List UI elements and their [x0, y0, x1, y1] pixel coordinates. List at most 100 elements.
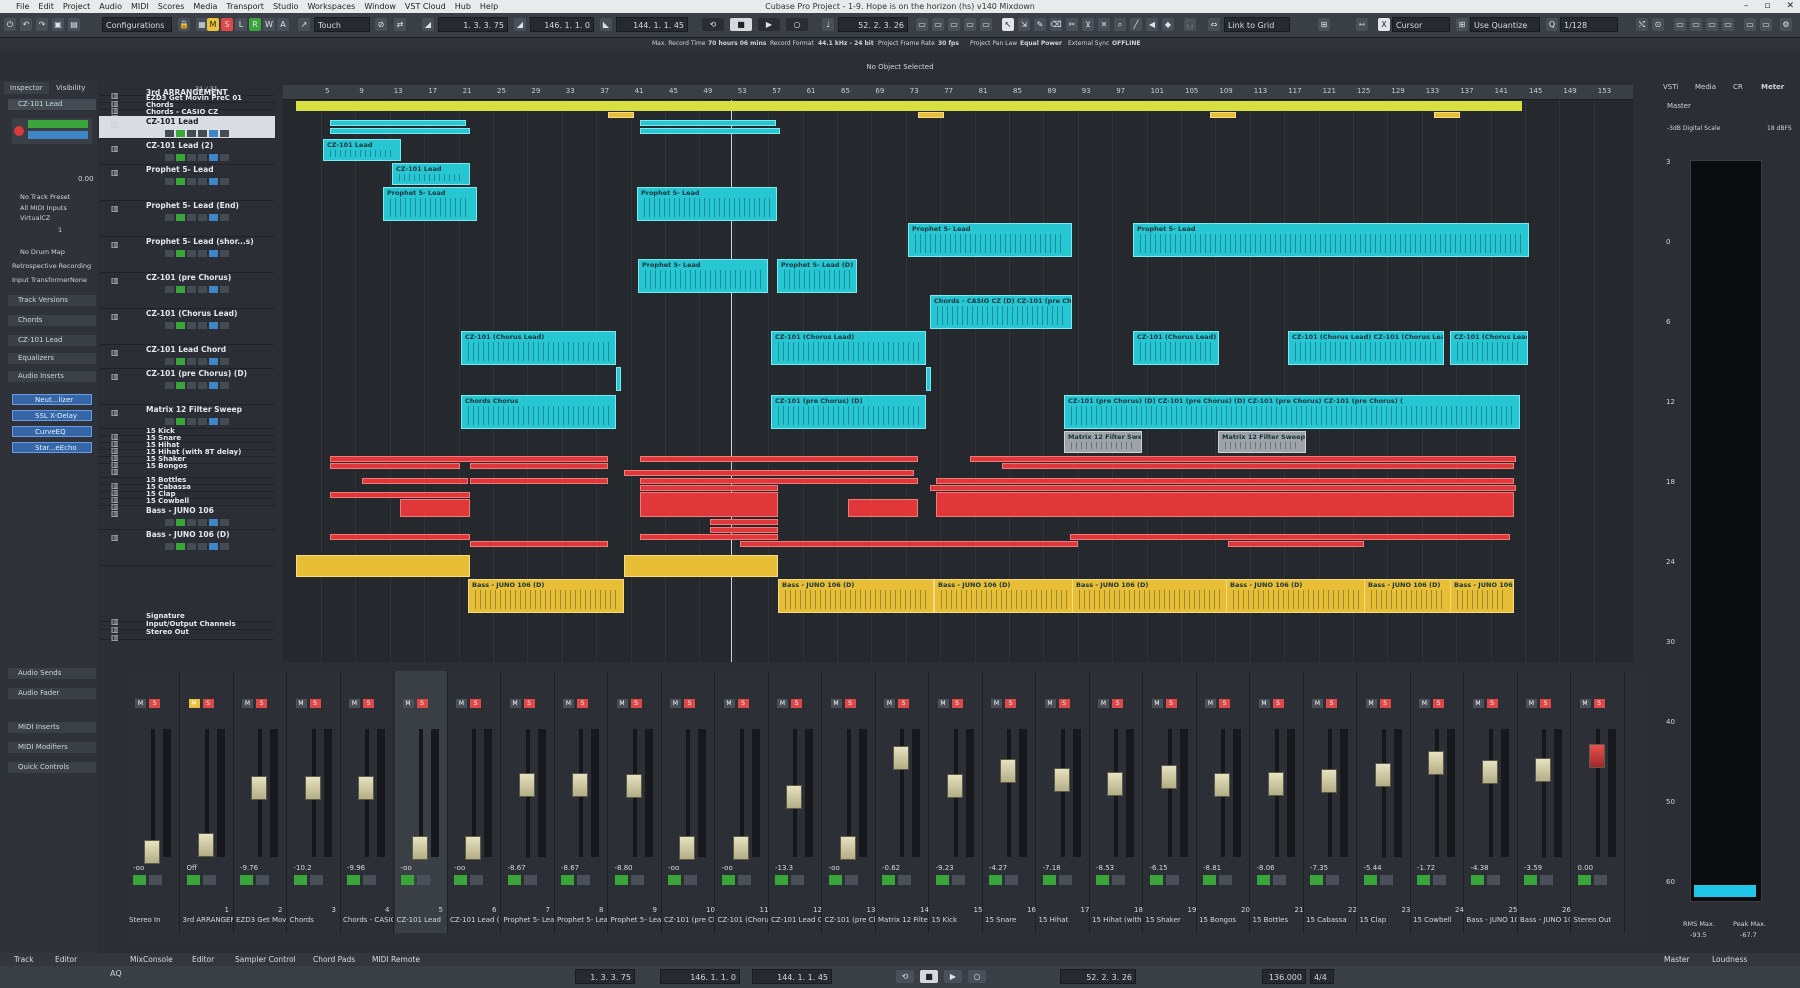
midi-part[interactable]: [470, 478, 608, 484]
mute-button[interactable]: M: [1365, 699, 1377, 708]
read-automation-button[interactable]: [240, 875, 253, 885]
midi-part[interactable]: [1070, 534, 1510, 540]
track-row[interactable]: CZ-101 Lead ▥: [99, 116, 275, 139]
read-automation-button[interactable]: [989, 875, 1002, 885]
right-locator-icon[interactable]: ◣: [600, 18, 612, 31]
color-tool-icon[interactable]: ◆: [1162, 18, 1174, 31]
channel-name[interactable]: Matrix 12 Filter Sweep: [878, 916, 928, 924]
mixer-channel[interactable]: MS -8.67 8 Prophet 5- Lead (End): [555, 671, 608, 933]
mute-button[interactable]: M: [1312, 699, 1323, 708]
midi-part[interactable]: Bass - JUNO 106 (D): [1450, 579, 1514, 613]
midi-part[interactable]: CZ-101 (Chorus Lead): [461, 331, 616, 365]
read-automation-button[interactable]: [1203, 875, 1216, 885]
read-automation-button[interactable]: [400, 875, 414, 885]
midi-part[interactable]: [608, 112, 634, 118]
mixer-channel[interactable]: M S -8.81 20 15 Bongos: [1197, 671, 1250, 933]
mixer-channel[interactable]: M S 0.00 Stereo Out: [1572, 671, 1625, 933]
tab-inspector[interactable]: Inspector: [4, 82, 49, 94]
read-automation-button[interactable]: [293, 875, 307, 885]
auto-quantize-button[interactable]: AQ: [110, 969, 122, 978]
mute-button[interactable]: M: [349, 699, 360, 708]
midi-part[interactable]: [848, 499, 918, 517]
track-row[interactable]: CZ-101 (pre Chorus) ▥: [99, 272, 275, 309]
track-controls[interactable]: [165, 214, 229, 221]
midi-part[interactable]: [616, 367, 621, 391]
write-automation-button[interactable]: [577, 875, 590, 885]
midi-part[interactable]: [740, 541, 1078, 547]
channel-name[interactable]: 15 Hihat: [1039, 916, 1089, 924]
write-automation-button[interactable]: [1112, 875, 1125, 885]
midi-part[interactable]: [1228, 541, 1364, 547]
channel-name[interactable]: Stereo In: [129, 916, 179, 924]
inspector-toggle-icon[interactable]: ▤: [68, 18, 80, 31]
quantize-value-select[interactable]: 1/128: [1560, 17, 1618, 32]
solo-button[interactable]: S: [363, 699, 374, 708]
section-track-versions[interactable]: Track Versions: [8, 295, 96, 306]
record-enable-icon[interactable]: [14, 126, 24, 136]
solo-button[interactable]: S: [951, 699, 963, 708]
minimize-icon[interactable]: –: [1744, 0, 1749, 13]
midi-part[interactable]: Matrix 12 Filter Sweep: [1064, 431, 1142, 453]
fader-value[interactable]: -8.81: [1203, 864, 1221, 872]
solo-button[interactable]: S: [1486, 699, 1498, 708]
solo-button[interactable]: S: [202, 699, 214, 708]
meter-master-label[interactable]: Master: [1667, 102, 1691, 110]
transport-right-locator[interactable]: 144. 1. 1. 45: [752, 969, 832, 984]
read-automation-button[interactable]: [1256, 875, 1270, 885]
mixer-channel[interactable]: M S -8.67 7 Prophet 5- Lead: [502, 671, 555, 933]
midi-part[interactable]: Bass - JUNO 106 (D): [778, 579, 934, 613]
mute-button[interactable]: M: [1151, 699, 1163, 708]
fader-handle[interactable]: [893, 746, 909, 771]
mute-button[interactable]: M: [135, 699, 146, 708]
midi-part[interactable]: Bass - JUNO 106 (D): [1364, 579, 1452, 613]
track-row[interactable]: Prophet 5- Lead ▥: [99, 164, 275, 201]
read-automation-button[interactable]: [561, 875, 574, 885]
mute-button[interactable]: M: [884, 699, 895, 708]
fader-handle[interactable]: [304, 775, 321, 800]
iterative-icon[interactable]: ⤭: [1636, 18, 1648, 31]
solo-button[interactable]: S: [1058, 699, 1070, 708]
view-2-icon[interactable]: ▭: [1690, 18, 1702, 31]
read-automation-button[interactable]: [186, 875, 200, 885]
track-row[interactable]: Stereo Out ▥: [99, 628, 275, 642]
write-automation-button[interactable]: [256, 875, 269, 885]
section-midi-modifiers[interactable]: MIDI Modifiers: [8, 742, 96, 753]
close-icon[interactable]: ✕: [1786, 0, 1794, 13]
track-controls[interactable]: [165, 154, 229, 161]
channel-name[interactable]: 15 Shaker: [1146, 916, 1196, 924]
listen-status-button[interactable]: L: [235, 18, 247, 31]
mute-button[interactable]: M: [1044, 699, 1056, 708]
midi-part[interactable]: [400, 499, 470, 517]
tab-cr[interactable]: CR: [1733, 83, 1743, 91]
write-status-button[interactable]: W: [263, 18, 275, 31]
fader-value[interactable]: -oo: [829, 864, 840, 872]
fader-value[interactable]: -6.15: [1150, 864, 1168, 872]
write-automation-button[interactable]: [1272, 875, 1286, 885]
section-chords[interactable]: Chords: [8, 315, 96, 326]
channel-name[interactable]: 15 Hihat (with 8T delay): [1092, 916, 1142, 924]
transport-record-icon[interactable]: ○: [968, 970, 986, 983]
marker-5-icon[interactable]: ▭: [980, 18, 992, 31]
solo-button[interactable]: S: [256, 699, 267, 708]
mixer-channel[interactable]: M S -7.18 17 15 Hihat: [1037, 671, 1090, 933]
track-controls[interactable]: [165, 322, 229, 329]
mixer-channel[interactable]: MS -13.3 12 CZ-101 Lead Chord: [769, 671, 822, 933]
midi-part[interactable]: [640, 456, 918, 462]
channel-name[interactable]: 15 Bongos: [1199, 916, 1249, 924]
mute-button[interactable]: M: [670, 699, 681, 708]
solo-button[interactable]: S: [1005, 699, 1016, 708]
left-locator-icon[interactable]: ◢: [514, 18, 526, 31]
write-automation-button[interactable]: [791, 875, 804, 885]
write-automation-button[interactable]: [630, 875, 644, 885]
mixer-channel[interactable]: M S -4.27 16 15 Snare: [983, 671, 1036, 933]
fader-value[interactable]: -8.67: [508, 864, 526, 872]
mute-button[interactable]: M: [242, 699, 253, 708]
mixer-channel[interactable]: M S -7.35 22 15 Cabassa: [1304, 671, 1357, 933]
midi-part[interactable]: [330, 456, 608, 462]
read-automation-button[interactable]: [1417, 875, 1430, 885]
fader-value[interactable]: 0.00: [1578, 864, 1594, 872]
fader-handle[interactable]: [411, 835, 428, 860]
channel-name[interactable]: Prophet 5- Lead (End): [557, 916, 607, 924]
midi-part[interactable]: Chords Chorus: [461, 395, 616, 429]
transport-play-icon[interactable]: ▶: [944, 970, 962, 983]
